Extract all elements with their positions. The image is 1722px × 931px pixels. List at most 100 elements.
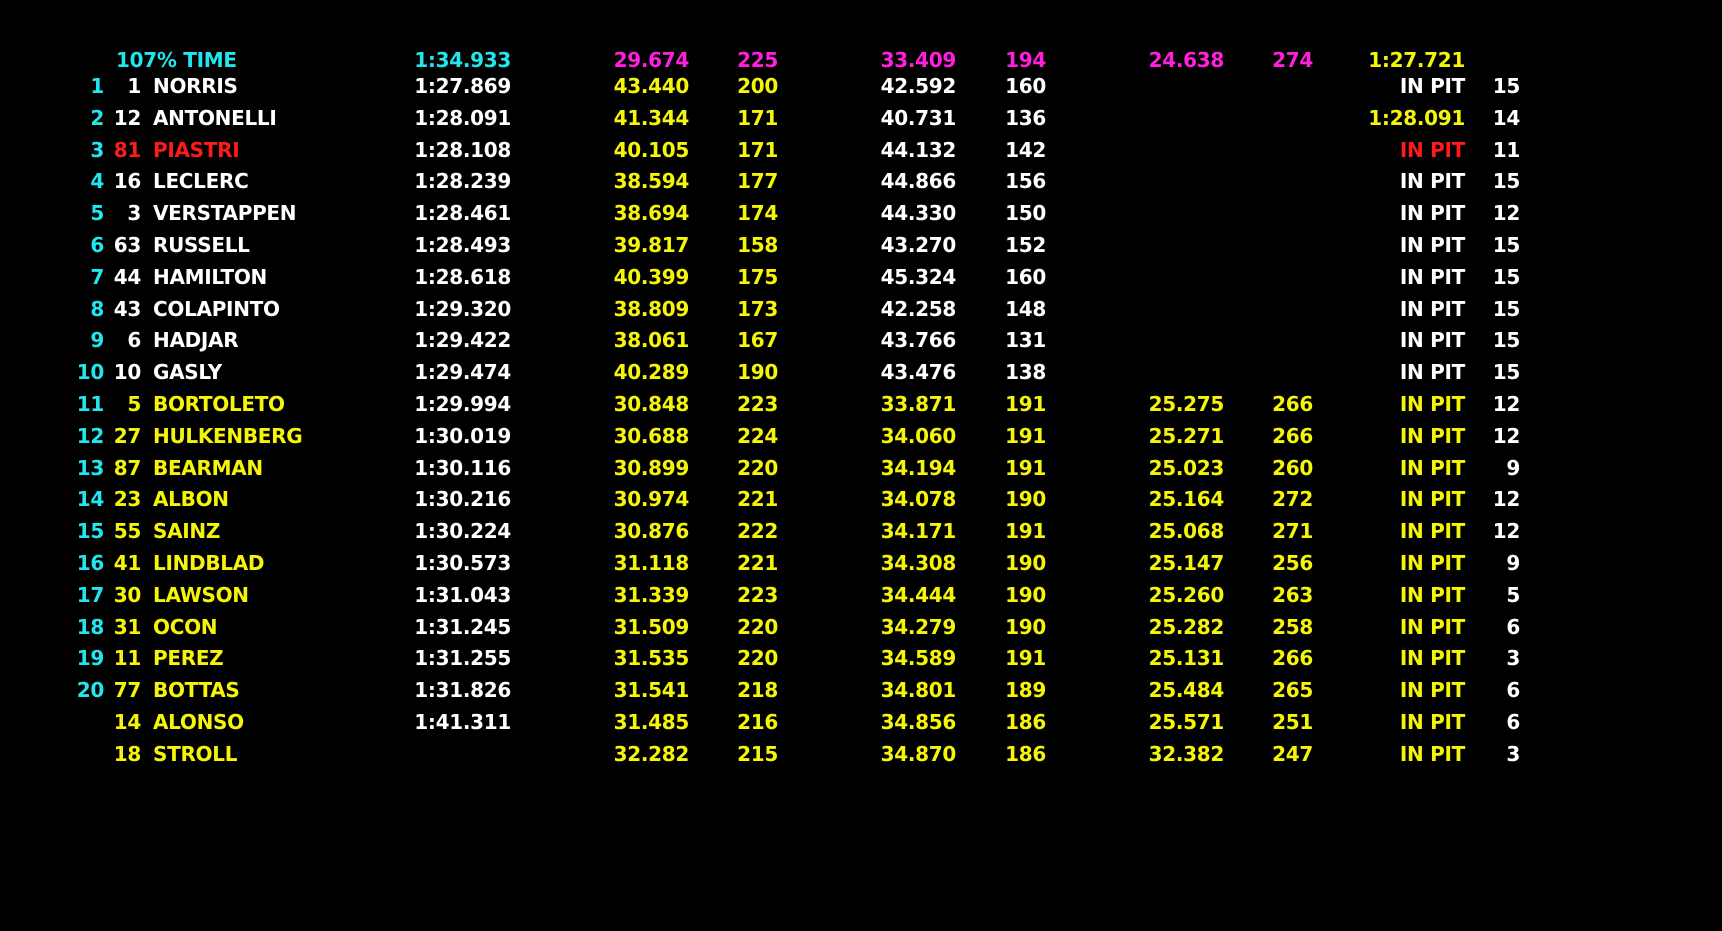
sector2-speed: 190 bbox=[1005, 551, 1046, 575]
best-lap: 1:29.422 bbox=[414, 328, 511, 353]
best-lap: 1:30.224 bbox=[414, 519, 511, 544]
sector3-speed: 265 bbox=[1272, 678, 1313, 703]
driver-name: BORTOLETO bbox=[153, 392, 285, 416]
sector1-speed: 177 bbox=[737, 169, 778, 194]
table-row: 7 44 HAMILTON 1:28.618 40.399 175 45.324 160 IN … bbox=[0, 262, 1722, 292]
sector2-time: 44.866 bbox=[880, 169, 957, 194]
lap-count: 6 bbox=[1506, 614, 1520, 639]
best-lap: 1:28.239 bbox=[414, 169, 511, 194]
pit-status: IN PIT bbox=[1399, 741, 1465, 766]
sector1-time: 38.694 bbox=[613, 201, 690, 226]
best-lap: 1:29.474 bbox=[414, 360, 511, 385]
sector2-time: 34.308 bbox=[880, 551, 957, 575]
pit-status: IN PIT bbox=[1399, 646, 1465, 671]
sector2-speed: 131 bbox=[1005, 328, 1046, 353]
lap-count: 9 bbox=[1506, 455, 1520, 480]
position: 4 bbox=[90, 169, 104, 194]
position: 14 bbox=[76, 487, 105, 512]
car-number: 31 bbox=[113, 614, 142, 639]
sector1-speed: 223 bbox=[737, 392, 778, 416]
lap-count: 3 bbox=[1506, 741, 1520, 766]
driver-name: PEREZ bbox=[153, 646, 224, 671]
car-number: 77 bbox=[113, 678, 142, 703]
lap-count: 15 bbox=[1492, 328, 1521, 353]
table-row: 5 3 VERSTAPPEN 1:28.461 38.694 174 44.330 150 IN… bbox=[0, 198, 1722, 228]
car-number: 63 bbox=[113, 233, 142, 257]
car-number: 11 bbox=[113, 646, 142, 671]
pit-status: IN PIT bbox=[1399, 392, 1465, 416]
driver-name: BEARMAN bbox=[153, 455, 263, 480]
sector2-speed: 150 bbox=[1005, 201, 1046, 226]
pit-status: IN PIT bbox=[1399, 233, 1465, 257]
best-lap: 1:31.826 bbox=[414, 678, 511, 703]
table-row: 6 63 RUSSELL 1:28.493 39.817 158 43.270 152 IN P… bbox=[0, 230, 1722, 260]
pit-status: IN PIT bbox=[1399, 137, 1465, 162]
best-lap: 1:31.255 bbox=[414, 646, 511, 671]
sector3-time: 25.271 bbox=[1148, 423, 1225, 448]
sector1-time: 38.061 bbox=[613, 328, 690, 353]
lap-count: 12 bbox=[1492, 392, 1521, 416]
sector2-time: 34.444 bbox=[880, 582, 957, 607]
driver-name: SAINZ bbox=[153, 519, 221, 544]
car-number: 87 bbox=[113, 455, 142, 480]
lap-count: 15 bbox=[1492, 360, 1521, 385]
lap-count: 11 bbox=[1492, 137, 1521, 162]
sector2-speed: 191 bbox=[1005, 392, 1046, 416]
position: 12 bbox=[76, 423, 105, 448]
sector2-time: 34.279 bbox=[880, 614, 957, 639]
sector3-time: 25.023 bbox=[1148, 455, 1225, 480]
lap-count: 6 bbox=[1506, 710, 1520, 734]
best-lap: 1:41.311 bbox=[414, 710, 511, 734]
sector3-speed: 260 bbox=[1272, 455, 1313, 480]
sector2-time: 33.871 bbox=[880, 392, 957, 416]
table-row: 16 41 LINDBLAD 1:30.573 31.118 221 34.308 190 25… bbox=[0, 548, 1722, 578]
sector1-time: 41.344 bbox=[613, 105, 690, 130]
sector1-time: 31.118 bbox=[613, 551, 690, 575]
table-row: 14 ALONSO 1:41.311 31.485 216 34.856 186 25.571… bbox=[0, 707, 1722, 737]
sector1-speed: 215 bbox=[737, 741, 778, 766]
best-lap: 1:30.216 bbox=[414, 487, 511, 512]
sector2-time: 34.194 bbox=[880, 455, 957, 480]
position: 20 bbox=[76, 678, 105, 703]
driver-name: ANTONELLI bbox=[153, 105, 277, 130]
sector2-speed: 190 bbox=[1005, 614, 1046, 639]
lap-count: 12 bbox=[1492, 201, 1521, 226]
sector1-time: 30.688 bbox=[613, 423, 690, 448]
driver-name: LECLERC bbox=[153, 169, 249, 194]
sector1-speed: 167 bbox=[737, 328, 778, 353]
table-row: 15 55 SAINZ 1:30.224 30.876 222 34.171 191 25.06… bbox=[0, 516, 1722, 546]
best-lap: 1:31.043 bbox=[414, 582, 511, 607]
driver-name: HULKENBERG bbox=[153, 423, 303, 448]
sector2-speed: 138 bbox=[1005, 360, 1046, 385]
sector3-time: 25.571 bbox=[1148, 710, 1225, 734]
table-row: 10 10 GASLY 1:29.474 40.289 190 43.476 138 IN PI… bbox=[0, 357, 1722, 387]
position: 10 bbox=[76, 360, 105, 385]
lap-count: 15 bbox=[1492, 296, 1521, 321]
pit-status: IN PIT bbox=[1399, 360, 1465, 385]
table-row: 1 1 NORRIS 1:27.869 43.440 200 42.592 160 IN PIT… bbox=[0, 71, 1722, 101]
sector3-time: 25.131 bbox=[1148, 646, 1225, 671]
car-number: 55 bbox=[113, 519, 142, 544]
sector1-speed: 216 bbox=[737, 710, 778, 734]
sector1-speed: 218 bbox=[737, 678, 778, 703]
lap-count: 9 bbox=[1506, 551, 1520, 575]
pit-status: IN PIT bbox=[1399, 264, 1465, 289]
sector2-time: 43.476 bbox=[880, 360, 957, 385]
pit-status: IN PIT bbox=[1399, 328, 1465, 353]
sector2-time: 44.330 bbox=[880, 201, 957, 226]
sector2-speed: 190 bbox=[1005, 582, 1046, 607]
sector2-time: 44.132 bbox=[880, 137, 957, 162]
car-number: 27 bbox=[113, 423, 142, 448]
table-row: 9 6 HADJAR 1:29.422 38.061 167 43.766 131 IN PIT… bbox=[0, 325, 1722, 355]
best-lap: 1:28.618 bbox=[414, 264, 511, 289]
sector1-speed: 221 bbox=[737, 551, 778, 575]
sector3-speed: 266 bbox=[1272, 392, 1313, 416]
sector1-time: 31.509 bbox=[613, 614, 690, 639]
sector1-speed: 190 bbox=[737, 360, 778, 385]
sector1-time: 30.974 bbox=[613, 487, 690, 512]
position: 13 bbox=[76, 455, 105, 480]
sector3-time: 25.275 bbox=[1148, 392, 1225, 416]
position: 19 bbox=[76, 646, 105, 671]
position: 1 bbox=[90, 74, 104, 98]
lap-count: 15 bbox=[1492, 264, 1521, 289]
